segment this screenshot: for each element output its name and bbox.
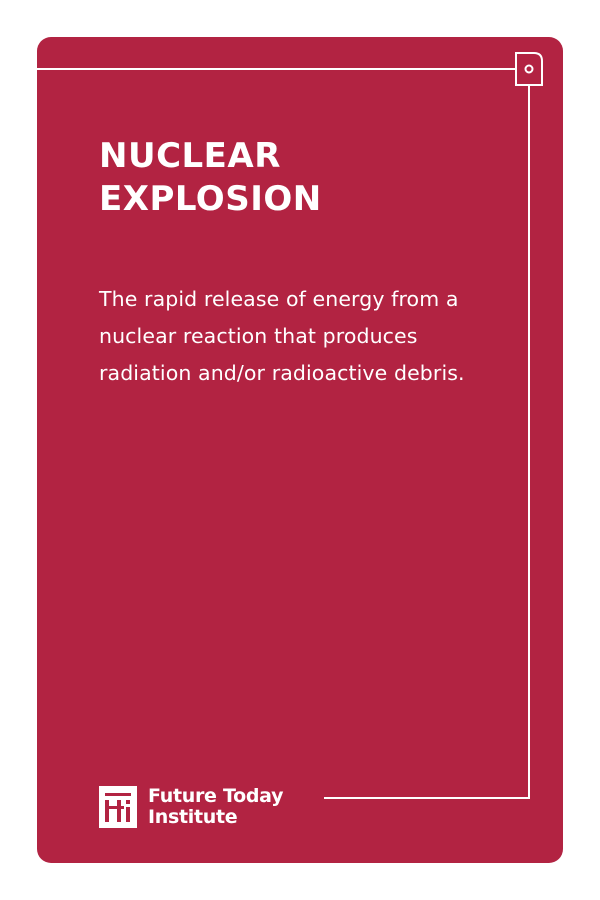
future-today-institute-logo-icon xyxy=(99,786,137,828)
term-card: NUCLEAR EXPLOSION The rapid release of e… xyxy=(37,37,563,863)
brand-name-line-2: Institute xyxy=(148,806,238,828)
brand-name-line-1: Future Today xyxy=(148,785,284,807)
term-definition: The rapid release of energy from a nucle… xyxy=(99,287,465,385)
frame-corner-dot xyxy=(524,64,534,74)
frame-corner-box xyxy=(515,52,543,86)
term-title: NUCLEAR EXPLOSION xyxy=(99,135,479,221)
brand-name: Future Today Institute xyxy=(148,786,283,828)
term-title-line-1: NUCLEAR xyxy=(99,136,281,176)
brand-logo: Future Today Institute xyxy=(99,785,283,829)
term-title-line-2: EXPLOSION xyxy=(99,179,322,219)
